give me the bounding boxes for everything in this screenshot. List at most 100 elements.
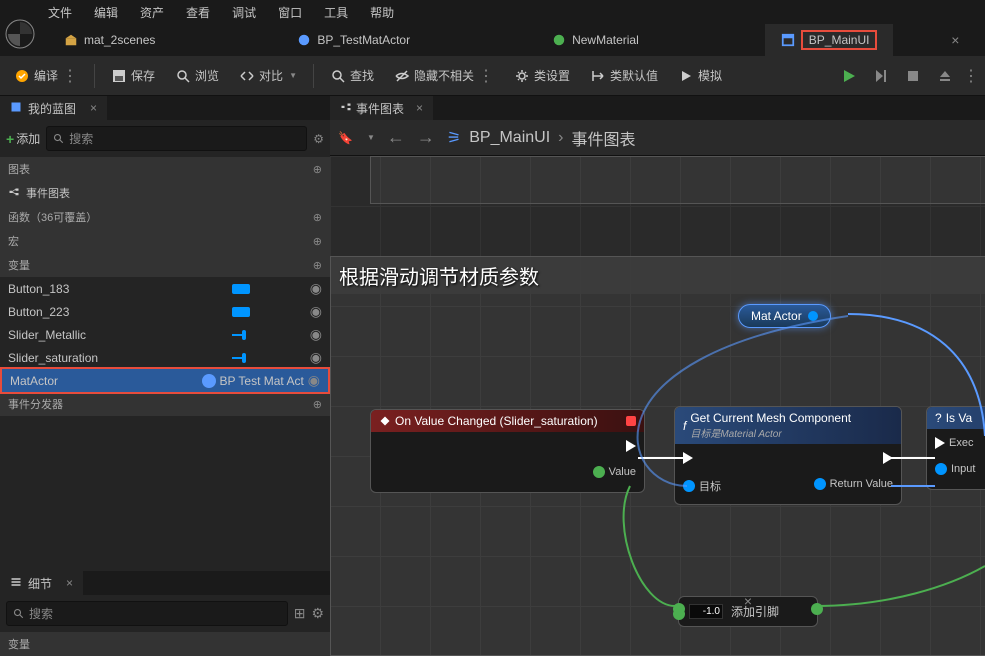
search-input[interactable]: 搜索 (46, 126, 307, 151)
visibility-icon[interactable]: ◉ (310, 326, 322, 343)
close-icon[interactable]: × (90, 101, 97, 115)
category-dispatchers[interactable]: 事件分发器 ⊕ (0, 392, 330, 416)
visibility-icon[interactable]: ◉ (308, 372, 320, 389)
pin-bl[interactable] (673, 608, 685, 620)
add-pin-node[interactable]: × 添加引脚 (678, 596, 818, 627)
dropdown-icon[interactable]: ⋮ (478, 66, 494, 86)
close-icon[interactable]: × (416, 101, 423, 115)
function-node-getcurrentmesh[interactable]: f Get Current Mesh Component 目标是Material… (674, 406, 902, 505)
settings-gear-icon[interactable]: ⚙ (311, 605, 324, 622)
visibility-icon[interactable]: ◉ (310, 303, 322, 320)
breadcrumb-current[interactable]: 事件图表 (571, 126, 635, 150)
event-graph-item[interactable]: 事件图表 (0, 181, 330, 205)
variable-slider-saturation[interactable]: Slider_saturation ◉ (0, 346, 330, 369)
exec-output-pin[interactable] (883, 452, 893, 464)
exec-input-pin[interactable] (935, 437, 945, 449)
variable-slider-metallic[interactable]: Slider_Metallic ◉ (0, 323, 330, 346)
eject-button[interactable] (931, 62, 959, 90)
browse-button[interactable]: 浏览 (167, 62, 227, 90)
close-icon[interactable]: × (66, 576, 73, 590)
return-output-pin[interactable] (814, 478, 826, 490)
add-graph-icon[interactable]: ⊕ (313, 163, 322, 176)
details-tab[interactable]: 细节 × (0, 571, 83, 595)
stop-button[interactable] (899, 62, 927, 90)
grid-view-icon[interactable]: ⊞ (294, 605, 306, 622)
breadcrumb-root[interactable]: BP_MainUI (469, 129, 550, 147)
class-defaults-button[interactable]: 类默认值 (582, 62, 666, 90)
visibility-icon[interactable]: ◉ (310, 349, 322, 366)
hide-icon (394, 68, 410, 84)
save-button[interactable]: 保存 (103, 62, 163, 90)
menu-help[interactable]: 帮助 (370, 4, 394, 21)
nav-forward-icon[interactable]: → (417, 127, 435, 148)
graph-canvas[interactable]: 根据滑动调节材质参数 Mat Actor On Value Changed (S… (330, 156, 985, 656)
menu-debug[interactable]: 调试 (232, 4, 256, 21)
event-node-onvaluechanged[interactable]: On Value Changed (Slider_saturation) Val… (370, 409, 645, 493)
add-function-icon[interactable]: ⊕ (313, 211, 322, 224)
step-button[interactable] (867, 62, 895, 90)
delegate-pin[interactable] (626, 416, 636, 426)
output-pin[interactable] (808, 311, 818, 321)
simulate-button[interactable]: 模拟 (670, 62, 730, 90)
blueprint-icon (297, 33, 311, 47)
value-output-pin[interactable] (593, 466, 605, 478)
tab-mat2scenes[interactable]: mat_2scenes (48, 24, 171, 56)
menu-window[interactable]: 窗口 (278, 4, 302, 21)
class-settings-button[interactable]: 类设置 (506, 62, 578, 90)
variable-button183[interactable]: Button_183 ◉ (0, 277, 330, 300)
widget-icon (781, 33, 795, 47)
close-icon[interactable]: × (744, 593, 752, 609)
details-search-input[interactable]: 搜索 (6, 601, 288, 626)
panel-title: 我的蓝图 (28, 100, 76, 117)
target-input-pin[interactable] (683, 480, 695, 492)
type-icon (232, 353, 250, 363)
details-variable-category[interactable]: 变量 (0, 632, 330, 656)
variable-button223[interactable]: Button_223 ◉ (0, 300, 330, 323)
compile-button[interactable]: 编译 ⋮ (6, 62, 86, 90)
add-macro-icon[interactable]: ⊕ (313, 235, 322, 248)
play-options-icon[interactable]: ⋮ (963, 66, 979, 86)
hide-unrelated-button[interactable]: 隐藏不相关 ⋮ (386, 62, 502, 90)
category-graphs[interactable]: 图表 ⊕ (0, 157, 330, 181)
function-node-isvalid[interactable]: ? Is Va Exec Input (926, 406, 985, 490)
add-pin-label[interactable]: 添加引脚 (731, 603, 779, 620)
pin-tr[interactable] (811, 603, 823, 615)
menu-edit[interactable]: 编辑 (94, 4, 118, 21)
nav-back-icon[interactable]: ← (387, 127, 405, 148)
menu-view[interactable]: 查看 (186, 4, 210, 21)
tab-mainui[interactable]: BP_MainUI × (765, 24, 894, 56)
tab-testmatactor[interactable]: BP_TestMatActor (281, 24, 426, 56)
event-graph-tab[interactable]: 事件图表 × (330, 96, 433, 120)
category-macros[interactable]: 宏 ⊕ (0, 229, 330, 253)
variable-node-matactor[interactable]: Mat Actor (738, 304, 831, 328)
menu-asset[interactable]: 资产 (140, 4, 164, 21)
comment-box-top[interactable] (370, 156, 985, 204)
add-dispatcher-icon[interactable]: ⊕ (313, 398, 322, 411)
play-button[interactable] (835, 62, 863, 90)
tab-newmaterial[interactable]: NewMaterial (536, 24, 655, 56)
menu-tools[interactable]: 工具 (324, 4, 348, 21)
add-button[interactable]: + 添加 (6, 130, 40, 147)
dropdown-icon[interactable]: ▼ (367, 133, 375, 142)
find-button[interactable]: 查找 (322, 62, 382, 90)
bookmark-icon[interactable]: 🔖 (338, 131, 353, 145)
variable-matactor[interactable]: MatActor BP Test Mat Act ◉ (0, 367, 330, 394)
visibility-icon[interactable]: ◉ (310, 280, 322, 297)
compile-icon (14, 68, 30, 84)
category-functions[interactable]: 函数（36可覆盖） ⊕ (0, 205, 330, 229)
tab-close-icon[interactable]: × (951, 32, 959, 48)
my-blueprint-tab[interactable]: 我的蓝图 × (0, 96, 107, 120)
material-icon (552, 33, 566, 47)
settings-gear-icon[interactable]: ⚙ (313, 132, 324, 146)
input-pin[interactable] (935, 463, 947, 475)
exec-input-pin[interactable] (683, 452, 693, 464)
add-variable-icon[interactable]: ⊕ (313, 259, 322, 272)
category-variables[interactable]: 变量 ⊕ (0, 253, 330, 277)
comment-title[interactable]: 根据滑动调节材质参数 (331, 257, 985, 294)
menu-file[interactable]: 文件 (48, 4, 72, 21)
dropdown-icon[interactable]: ⋮ (62, 66, 78, 86)
graph-panel: 事件图表 × 🔖 ▼ ← → ⚞ BP_MainUI › 事件图表 根据滑动调节… (330, 96, 985, 656)
value-input[interactable] (689, 604, 723, 619)
exec-output-pin[interactable] (626, 440, 636, 452)
diff-button[interactable]: 对比 ▼ (231, 62, 305, 90)
